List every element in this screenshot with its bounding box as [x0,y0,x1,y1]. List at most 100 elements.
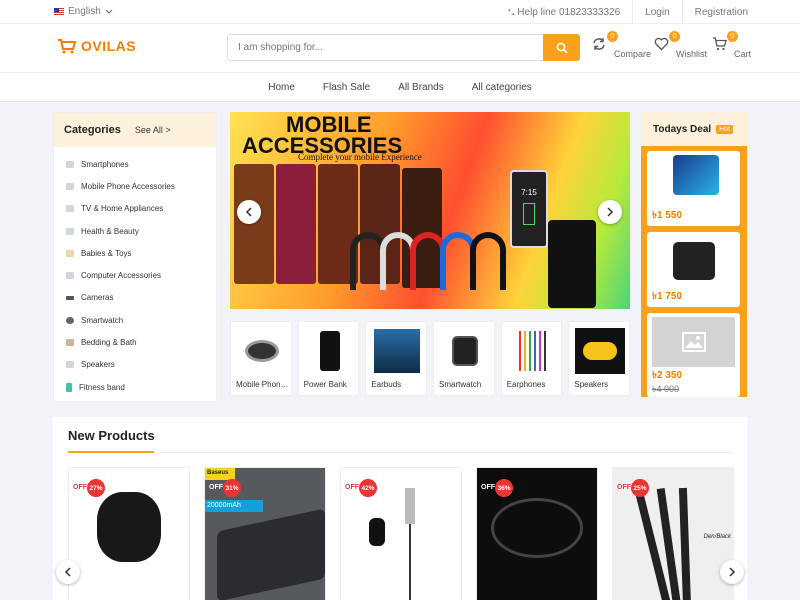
category-label: Mobile Phone Accessories [81,181,175,191]
product-card[interactable]: OFF 36% [476,467,598,600]
nav-item-all-brands[interactable]: All Brands [398,82,444,93]
top-bar: English Help line 01823333326 Login Regi… [0,0,800,24]
cart-label: Cart [734,49,752,59]
category-label: Health & Beauty [81,226,139,236]
phone-image: 7:15 [510,170,548,248]
cart-button[interactable]: 0 Cart [712,31,751,59]
thumb-label: Power Bank [303,380,347,389]
see-all-link[interactable]: See All > [135,125,171,135]
category-item-bedding-bath[interactable]: Bedding & Bath [54,331,216,353]
category-item-babies-toys[interactable]: Babies & Toys [54,242,216,264]
search-input[interactable] [228,35,538,60]
category-label: Bedding & Bath [81,338,137,348]
wishlist-count-badge: 0 [669,31,680,42]
earbuds-image [372,326,422,376]
deal-item[interactable]: ৳2 350 ৳4 000 [647,313,740,397]
helpline-text: Help line 01823333326 [517,6,621,18]
thumb-mobile-phone-accessories[interactable]: Mobile Phone Accessories [230,321,292,396]
thumb-smartwatch[interactable]: Smartwatch [433,321,495,396]
image-placeholder-icon [652,317,735,367]
banner-prev-button[interactable] [237,200,261,224]
nav-item-all-categories[interactable]: All categories [472,82,532,93]
wishlist-button[interactable]: 0 Wishlist [654,31,707,59]
deal-price: ৳1 550 [652,210,683,221]
language-selector[interactable]: English [54,6,113,17]
hot-badge: Hot [716,124,734,134]
category-item-mobile-phone-accessories[interactable]: Mobile Phone Accessories [54,175,216,197]
phone-case-image [276,164,316,284]
chevron-left-icon [245,207,252,217]
compare-button[interactable]: 0 Compare [592,31,651,59]
bedding-icon [66,339,74,347]
brand-label: Den/Black [703,534,731,540]
product-image [217,508,325,600]
search-button[interactable] [543,34,580,61]
category-item-fitness-band[interactable]: Fitness band [54,376,216,398]
category-label: Smartwatch [81,315,124,325]
product-card[interactable]: Baseus 20000mAh OFF 31% [204,467,326,600]
todays-deal-panel: Todays Deal Hot ৳1 550 ৳1 750 ৳2 350 ৳4 … [641,112,747,397]
deal-old-price: ৳4 000 [652,384,680,394]
hero-banner[interactable]: MOBILE ACCESSORIES Complete your mobile … [230,112,630,309]
category-item-cameras[interactable]: Cameras [54,287,216,309]
smartphone-icon [66,160,74,168]
nav-item-flash-sale[interactable]: Flash Sale [323,82,370,93]
categories-panel: Categories See All > Smartphones Mobile … [53,112,217,402]
thumb-earphones[interactable]: Earphones [500,321,563,396]
thumb-earbuds[interactable]: Earbuds [365,321,428,396]
phone-case-image [234,164,274,284]
banner-next-button[interactable] [598,200,622,224]
category-item-speakers[interactable]: Speakers [54,354,216,376]
off-label: OFF [209,484,223,491]
deal-power-bank-image [673,242,715,280]
deal-item[interactable]: ৳1 550 [647,151,740,226]
categories-title: Categories [64,124,121,136]
discount-badge: 27% [87,479,105,497]
category-item-smartphones[interactable]: Smartphones [54,153,216,175]
category-label: Fitness band [79,382,125,392]
earphones-image [508,326,558,376]
tv-icon [66,205,74,213]
compare-label: Compare [614,49,652,59]
product-card[interactable]: OFF 42% [340,467,462,600]
discount-badge: 25% [631,479,649,497]
registration-link[interactable]: Registration [681,0,800,24]
category-item-computer-accessories[interactable]: Computer Accessories [54,264,216,286]
search-bar [227,34,580,61]
thumb-speakers[interactable]: Speakers [568,321,631,396]
headphone-image [470,232,506,290]
category-item-tv-home-appliances[interactable]: TV & Home Appliances [54,198,216,220]
phone-icon [508,9,515,16]
off-label: OFF [481,484,495,491]
compare-icon [593,38,605,50]
battery-icon [523,203,535,225]
category-item-smartwatch[interactable]: Smartwatch [54,309,216,331]
todays-deal-title: Todays Deal [653,123,712,135]
category-label: TV & Home Appliances [81,204,164,214]
product-card[interactable]: OFF 27% [68,467,190,600]
heart-icon [654,37,669,51]
phone-image [548,220,596,308]
deal-item[interactable]: ৳1 750 [647,232,740,307]
main-nav: Home Flash Sale All Brands All categorie… [0,73,800,102]
chevron-right-icon [607,207,614,217]
products-next-button[interactable] [720,560,744,584]
logo-text: OVILAS [81,38,137,54]
product-image [369,518,385,546]
smartwatch-image [440,326,490,376]
speaker-image [575,326,626,376]
section-divider [68,451,732,453]
product-image [491,498,583,558]
products-prev-button[interactable] [56,560,80,584]
nav-item-home[interactable]: Home [268,82,295,93]
product-card[interactable]: Den/Black OFF 25% [612,467,734,600]
discount-badge: 31% [223,479,241,497]
toys-icon [66,249,74,257]
cart-icon [713,37,727,51]
chevron-right-icon [729,567,736,577]
login-link[interactable]: Login [632,0,681,24]
logo[interactable]: OVILAS [57,38,136,54]
category-item-health-beauty[interactable]: Health & Beauty [54,220,216,242]
thumb-power-bank[interactable]: Power Bank [297,321,360,396]
banner-title: MOBILE ACCESSORIES [242,114,402,157]
